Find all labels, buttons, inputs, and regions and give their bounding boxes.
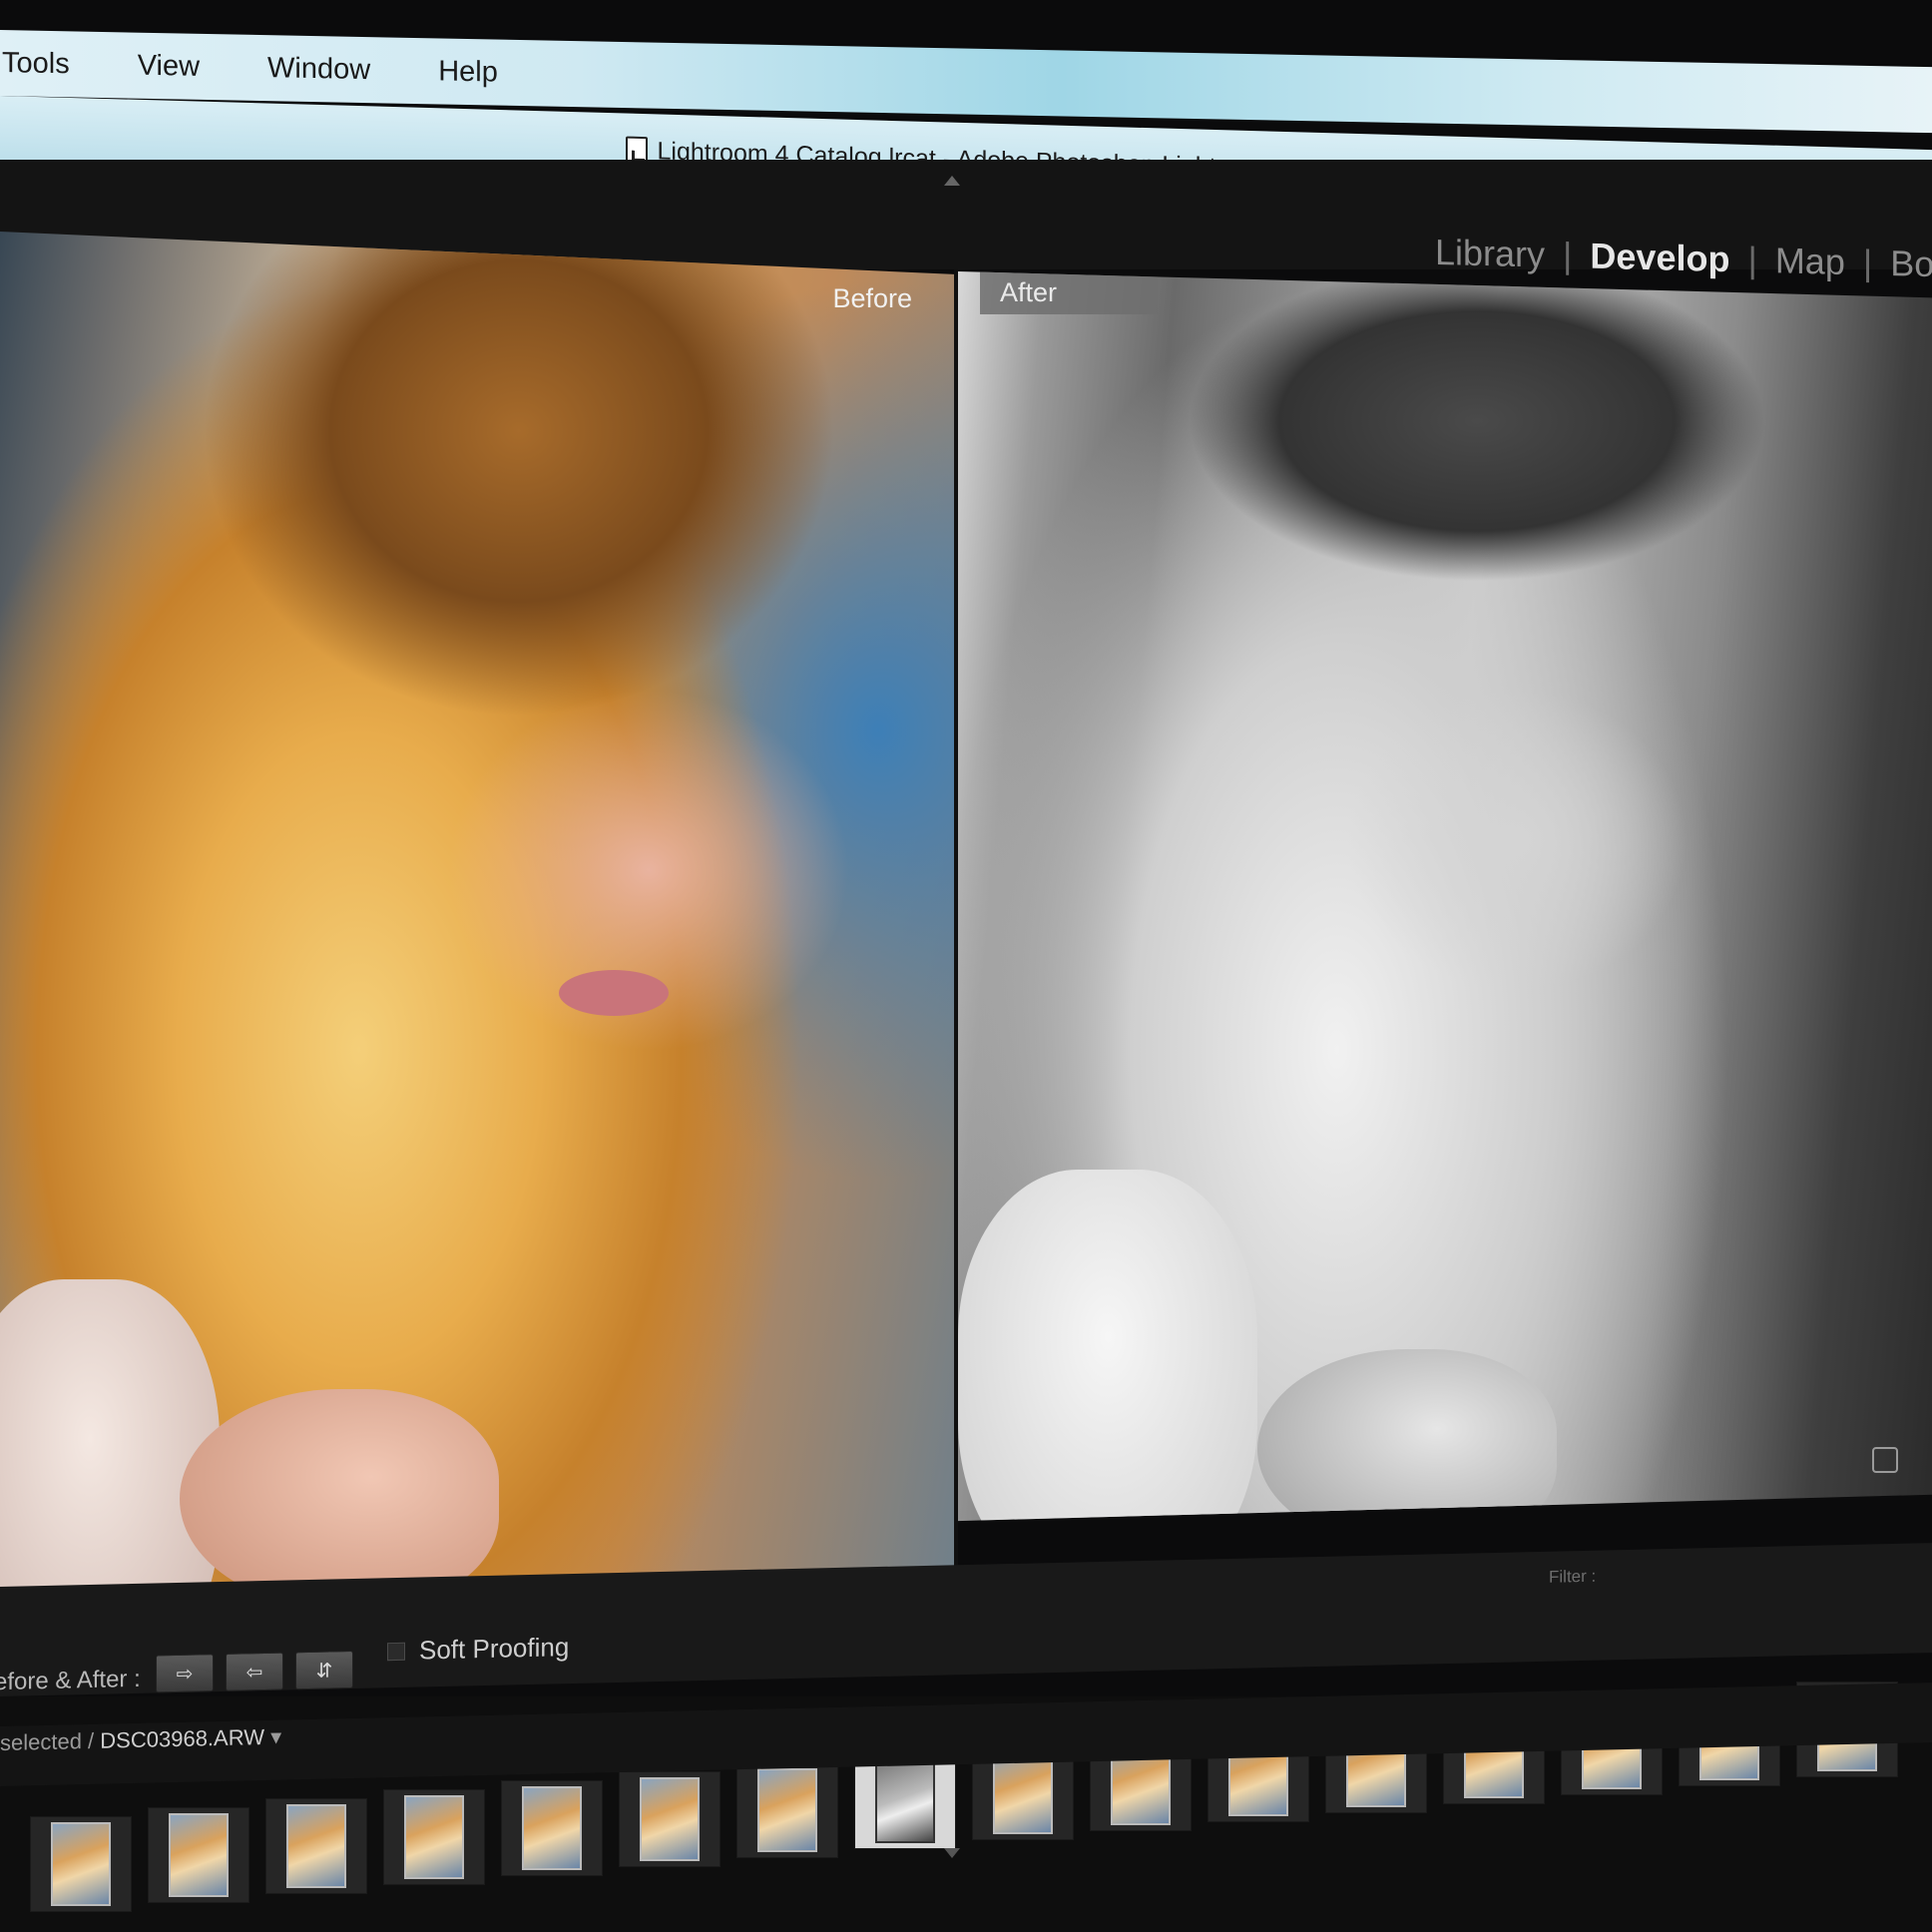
copy-before-to-after-button[interactable]: ⇨: [156, 1654, 214, 1693]
selected-prefix: selected /: [0, 1727, 95, 1755]
zoom-corner-icon[interactable]: [1872, 1447, 1898, 1473]
filmstrip-thumb[interactable]: [30, 1816, 132, 1912]
thumbnail-image: [757, 1768, 817, 1852]
filmstrip-thumb-selected[interactable]: [854, 1753, 956, 1849]
swap-arrows-icon: ⇵: [315, 1659, 333, 1683]
thumbnail-image: [286, 1804, 346, 1888]
compare-divider: [954, 269, 958, 1587]
menu-tools[interactable]: Tools: [0, 47, 104, 82]
top-panel-toggle-arrow-icon[interactable]: [944, 176, 960, 186]
thumbnail-image: [169, 1813, 229, 1897]
swap-before-after-button[interactable]: ⇵: [295, 1650, 353, 1690]
soft-proofing-toggle[interactable]: Soft Proofing: [387, 1632, 569, 1667]
thumbnail-image: [522, 1786, 582, 1870]
thumbnail-image: [640, 1777, 700, 1861]
selected-file-name: DSC03968.ARW: [100, 1723, 264, 1753]
before-label: Before: [832, 283, 912, 313]
thumbnail-image: [404, 1795, 464, 1879]
filmstrip-thumb[interactable]: [383, 1789, 485, 1885]
copy-after-to-before-button[interactable]: ⇦: [226, 1652, 283, 1691]
filmstrip-thumb[interactable]: [736, 1762, 838, 1858]
thumbnail-image: [51, 1822, 111, 1906]
filmstrip-thumb[interactable]: [619, 1771, 721, 1867]
before-after-view: Before After: [0, 232, 1932, 1657]
after-label: After: [980, 271, 1158, 314]
selected-file-info[interactable]: selected / DSC03968.ARW ▾: [0, 1724, 281, 1756]
filmstrip-thumb[interactable]: [501, 1780, 603, 1876]
filmstrip-thumb[interactable]: [148, 1807, 249, 1903]
arrow-right-icon: ⇨: [176, 1663, 194, 1686]
menu-view[interactable]: View: [104, 48, 234, 84]
bottom-panel-toggle-arrow-icon[interactable]: [944, 1848, 960, 1858]
filter-label: Filter :: [1549, 1566, 1597, 1587]
before-pane[interactable]: Before: [0, 232, 954, 1657]
chevron-down-icon: ▾: [270, 1723, 282, 1749]
filmstrip-thumb[interactable]: [265, 1798, 367, 1894]
after-pane[interactable]: After: [958, 271, 1932, 1522]
before-after-label: efore & After :: [0, 1665, 141, 1696]
menu-window[interactable]: Window: [234, 51, 404, 87]
thumbnail-image: [875, 1759, 935, 1843]
arrow-left-icon: ⇦: [245, 1661, 263, 1684]
menu-help[interactable]: Help: [404, 54, 532, 89]
soft-proofing-label: Soft Proofing: [419, 1632, 570, 1666]
before-photo: [0, 232, 954, 1657]
after-photo-hand: [1257, 1349, 1557, 1522]
before-photo-lips: [559, 970, 669, 1016]
after-photo: [958, 271, 1932, 1522]
soft-proofing-checkbox[interactable]: [387, 1642, 405, 1661]
after-photo-shirt: [958, 1170, 1257, 1522]
